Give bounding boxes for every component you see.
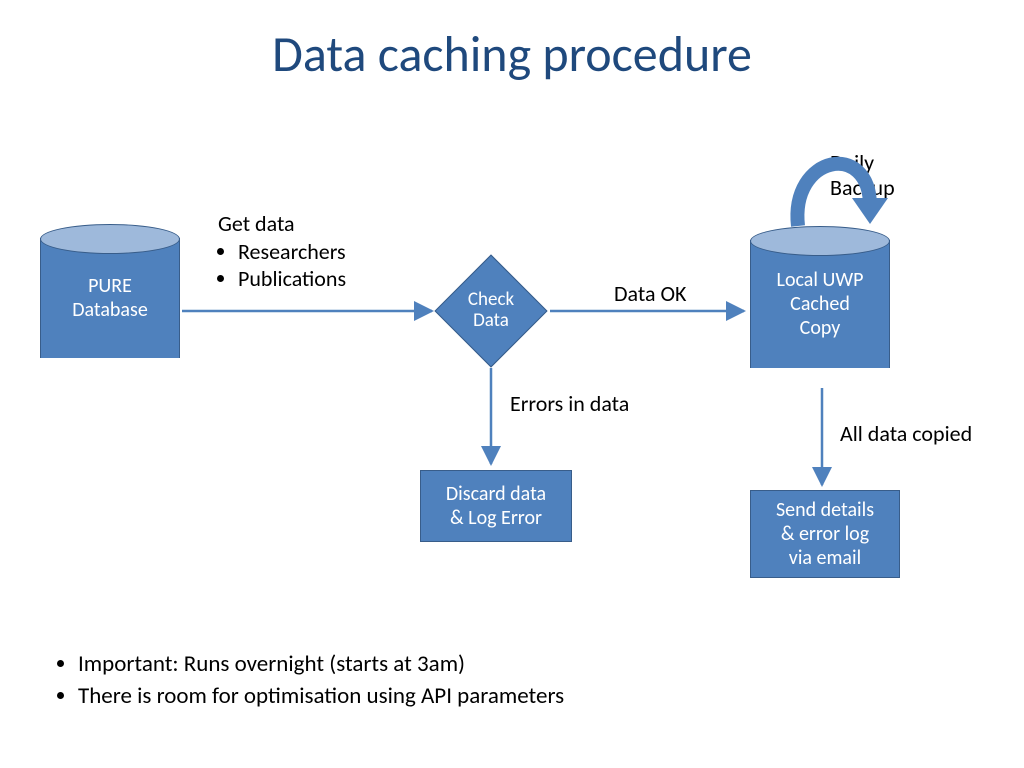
cylinder-pure-database: PUREDatabase [40, 238, 180, 358]
process-discard-label: Discard data& Log Error [446, 482, 546, 530]
footer-notes: Important: Runs overnight (starts at 3am… [50, 650, 564, 714]
label-get-data: Get data Researchers Publications [218, 210, 418, 293]
process-discard: Discard data& Log Error [420, 470, 572, 542]
slide-title: Data caching procedure [0, 24, 1024, 85]
note-item: Important: Runs overnight (starts at 3am… [78, 650, 564, 678]
get-data-item: Publications [238, 265, 418, 293]
note-item: There is room for optimisation using API… [78, 682, 564, 710]
decision-check-data: CheckData [436, 256, 546, 366]
get-data-item: Researchers [238, 238, 418, 266]
arrow-daily-backup-head [852, 198, 888, 224]
label-errors: Errors in data [510, 390, 629, 418]
cylinder-pure-label: PUREDatabase [27, 274, 193, 322]
label-daily-backup: DailyBackup [830, 150, 895, 201]
label-all-data: All data copied [840, 420, 972, 448]
label-get-data-list: Researchers Publications [238, 238, 418, 293]
diagram-stage: Data caching procedure PUREDatabase Loca… [0, 0, 1024, 768]
cylinder-local-uwp: Local UWPCachedCopy [750, 240, 890, 368]
decision-label: CheckData [468, 290, 514, 332]
label-data-ok: Data OK [614, 280, 686, 308]
cylinder-local-label: Local UWPCachedCopy [737, 268, 903, 340]
label-get-data-title: Get data [218, 210, 418, 238]
process-send-label: Send details& error logvia email [776, 498, 874, 570]
process-send-email: Send details& error logvia email [750, 490, 900, 578]
